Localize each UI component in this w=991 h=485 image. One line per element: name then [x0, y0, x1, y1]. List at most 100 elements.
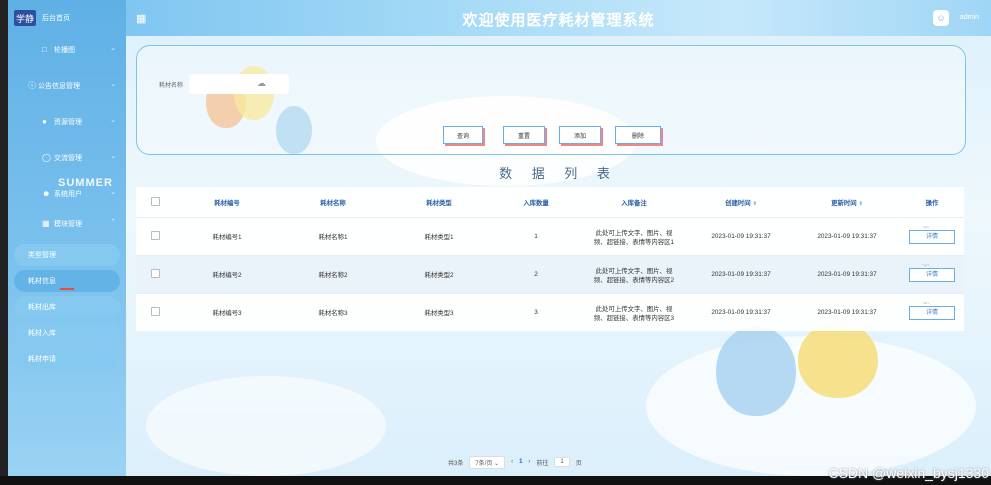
sidebar-subitem-label: 耗材信息 — [28, 278, 56, 285]
table-row: 耗材编号1 耗材名称1 耗材类型1 1 此处可上传文字、图片、视 频、超链接、表情… — [136, 217, 964, 256]
cell-updated: 2023-01-09 19:31:37 — [794, 217, 900, 256]
column-header-label: 创建时间 — [725, 199, 751, 207]
cell-name: 耗材名称2 — [280, 255, 386, 294]
page-suffix: 页 — [575, 460, 582, 467]
cell-qty: 2 — [492, 255, 580, 294]
prev-page-button[interactable]: ‹ — [511, 459, 513, 465]
cell-type: 耗材类型2 — [386, 255, 492, 294]
sidebar-item-carousel[interactable]: □ 轮播图 ⌄ — [8, 36, 126, 64]
cell-type: 耗材类型3 — [386, 293, 492, 331]
column-header-label: 更新时间 — [831, 199, 857, 207]
search-input[interactable] — [189, 74, 289, 94]
sidebar-item-label: 模块管理 — [54, 221, 82, 228]
cell-name: 耗材名称3 — [280, 293, 386, 331]
column-header: 入库数量 — [492, 187, 580, 218]
detail-button[interactable]: 详情 — [909, 298, 955, 320]
cell-action: 详情 — [900, 293, 964, 331]
detail-button[interactable]: 详情 — [909, 222, 955, 244]
chevron-down-icon: ⌄ — [110, 117, 116, 124]
cell-qty: 3 — [492, 293, 580, 331]
window-edge — [0, 0, 8, 476]
sidebar-subitem-inbound[interactable]: 耗材入库 — [14, 322, 120, 344]
cell-updated: 2023-01-09 19:31:37 — [794, 293, 900, 331]
column-header: 操作 — [900, 187, 964, 218]
chevron-down-icon: ⌄ — [110, 81, 116, 88]
sidebar-item-notice[interactable]: ⓘ 公告信息管理 ⌄ — [8, 72, 126, 100]
query-button[interactable]: 查询 — [443, 126, 483, 144]
sidebar-item-modules[interactable]: ▦ 模块管理 ⌃ — [8, 210, 126, 238]
home-link[interactable]: 后台首页 — [42, 13, 70, 23]
image-icon: □ — [42, 45, 47, 54]
sidebar-subitem-label: 耗材申请 — [28, 356, 56, 363]
sidebar-subitem-apply[interactable]: 耗材申请 — [14, 348, 120, 370]
watermark: CSDN @weixin_bysj1330 — [828, 465, 989, 481]
row-checkbox[interactable] — [136, 217, 174, 256]
app-window: 学静 后台首页 □ 轮播图 ⌄ ⓘ 公告信息管理 ⌄ ● 资源管理 ⌄ ◯ 交流… — [0, 0, 991, 485]
sidebar-subitem-info[interactable]: 耗材信息 — [14, 270, 120, 292]
column-header: 耗材类型 — [386, 187, 492, 218]
cell-note: 此处可上传文字、图片、视 频、超链接、表情等内容区3 — [580, 293, 688, 331]
chevron-down-icon: ⌄ — [110, 45, 116, 52]
cell-code: 耗材编号2 — [174, 255, 280, 294]
goto-page-input[interactable]: 1 — [554, 457, 570, 467]
user-name[interactable]: admin — [960, 14, 979, 21]
note-line: 频、超链接、表情等内容区2 — [593, 276, 675, 284]
cell-note: 此处可上传文字、图片、视 频、超链接、表情等内容区2 — [580, 255, 688, 294]
cloud-icon: ☁ — [257, 78, 266, 88]
sort-icon[interactable]: ⇕ — [859, 201, 863, 207]
note-line: 此处可上传文字、图片、视 — [595, 267, 673, 275]
sidebar-item-label: 交流管理 — [54, 155, 82, 162]
page-size-select[interactable]: 7条/页 ⌄ — [469, 455, 506, 469]
next-page-button[interactable]: › — [528, 459, 530, 465]
sidebar-logo-row[interactable]: 学静 后台首页 — [8, 0, 126, 36]
sidebar-item-label: 轮播图 — [54, 47, 75, 54]
sidebar-subitem-label: 类型管理 — [28, 252, 56, 259]
page-size-value: 7条/页 — [475, 460, 493, 467]
table-row: 耗材编号2 耗材名称2 耗材类型2 2 此处可上传文字、图片、视 频、超链接、表情… — [136, 255, 964, 294]
cell-code: 耗材编号3 — [174, 293, 280, 331]
detail-button[interactable]: 详情 — [909, 260, 955, 282]
row-checkbox[interactable] — [136, 255, 174, 294]
goto-label: 前往 — [536, 460, 549, 467]
column-header-sortable[interactable]: 创建时间 ⇕ — [688, 187, 794, 218]
cell-action: 详情 — [900, 255, 964, 294]
search-label: 耗材名称 — [159, 83, 184, 89]
main-content: 耗材名称 ☁ 查询 重置 添加 删除 数 据 列 表 耗材编号 耗材名称 耗材类… — [126, 36, 991, 476]
cell-qty: 1 — [492, 217, 580, 256]
pagination-total: 共3条 — [448, 460, 464, 467]
sidebar-subitem-type[interactable]: 类型管理 — [14, 244, 120, 266]
avatar[interactable]: ☺ — [933, 10, 949, 26]
sidebar-item-label: 系统用户 — [54, 191, 82, 198]
note-line: 此处可上传文字、图片、视 — [595, 305, 673, 313]
chevron-up-icon: ⌃ — [110, 219, 116, 226]
sidebar-item-exchange[interactable]: ◯ 交流管理 ⌄ — [8, 144, 126, 172]
sidebar-item-label: 公告信息管理 — [38, 83, 80, 90]
select-all-checkbox[interactable] — [136, 187, 174, 218]
cell-note: 此处可上传文字、图片、视 频、超链接、表情等内容区1 — [580, 217, 688, 256]
data-table: 耗材编号 耗材名称 耗材类型 入库数量 入库备注 创建时间 ⇕ 更新时间 ⇕ 操作 … — [136, 187, 964, 331]
search-panel: 耗材名称 ☁ 查询 重置 添加 删除 — [136, 45, 966, 155]
logo-badge: 学静 — [14, 10, 36, 26]
table-row: 耗材编号3 耗材名称3 耗材类型3 3 此处可上传文字、图片、视 频、超链接、表情… — [136, 293, 964, 331]
sidebar-item-resources[interactable]: ● 资源管理 ⌄ — [8, 108, 126, 136]
column-header-sortable[interactable]: 更新时间 ⇕ — [794, 187, 900, 218]
chevron-down-icon: ⌄ — [110, 153, 116, 160]
sidebar-subitem-label: 耗材出库 — [28, 304, 56, 311]
page-number-current[interactable]: 1 — [519, 459, 522, 465]
column-header: 耗材名称 — [280, 187, 386, 218]
reset-button[interactable]: 重置 — [503, 126, 545, 144]
delete-button[interactable]: 删除 — [615, 126, 661, 144]
background-balloon — [716, 326, 796, 416]
grid-icon: ▦ — [42, 219, 50, 228]
sidebar-subitem-outbound[interactable]: 耗材出库 — [14, 296, 120, 318]
page-title: 欢迎使用医疗耗材管理系统 — [462, 12, 655, 29]
cell-name: 耗材名称1 — [280, 217, 386, 256]
note-line: 频、超链接、表情等内容区3 — [593, 314, 675, 322]
column-header: 耗材编号 — [174, 187, 280, 218]
summer-decoration: SUMMER — [58, 177, 113, 189]
row-checkbox[interactable] — [136, 293, 174, 331]
dot-icon: ● — [42, 117, 47, 126]
table-header-row: 耗材编号 耗材名称 耗材类型 入库数量 入库备注 创建时间 ⇕ 更新时间 ⇕ 操作 — [136, 187, 964, 218]
add-button[interactable]: 添加 — [559, 126, 601, 144]
sort-icon[interactable]: ⇕ — [753, 201, 757, 207]
